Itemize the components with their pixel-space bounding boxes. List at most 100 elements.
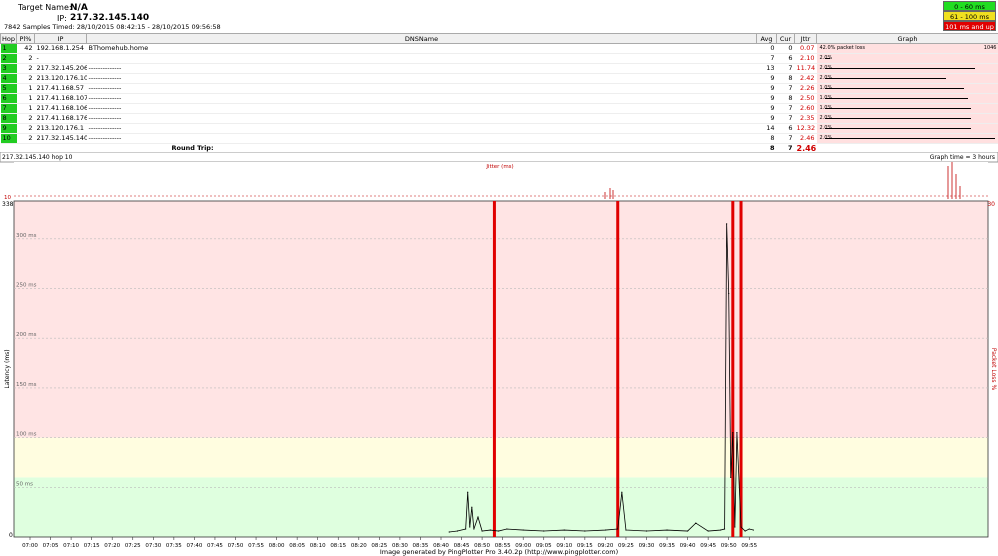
- latency-point: [469, 526, 471, 528]
- packet-loss-cell: 2: [16, 113, 35, 124]
- latency-point: [752, 529, 754, 531]
- latency-point: [522, 529, 524, 531]
- latency-point: [456, 530, 459, 532]
- dns-cell: --------------: [86, 73, 757, 84]
- ip-cell: 192.168.1.254: [34, 43, 87, 54]
- packet-loss-cell: 1: [16, 93, 35, 104]
- target-name-label: Target Name:: [18, 3, 72, 12]
- hop-number: 2: [0, 53, 17, 64]
- avg-cell: 7: [756, 53, 777, 64]
- x-tick-label: 09:35: [659, 543, 675, 549]
- hop-graph-cell: 2.0%: [816, 123, 998, 134]
- avg-cell: 14: [756, 123, 777, 134]
- x-tick-label: 08:05: [289, 543, 305, 549]
- ip-value: 217.32.145.140: [70, 13, 150, 23]
- cur-cell: 8: [776, 93, 795, 104]
- footer-credit: Image generated by PingPlotter Pro 3.40.…: [380, 548, 618, 556]
- avg-cell: 9: [756, 83, 777, 94]
- y-tick-label: 150 ms: [16, 382, 37, 388]
- table-row[interactable]: 71217.41.168.106--------------972.601.0%: [0, 103, 998, 114]
- hop-number: 1: [0, 43, 17, 54]
- latency-point: [473, 528, 475, 530]
- hop-graph-cell: 2.0%: [816, 133, 998, 144]
- col-graph[interactable]: Graph: [816, 33, 998, 44]
- hop-graph-bar: [824, 138, 995, 139]
- latency-point: [734, 526, 736, 528]
- table-row[interactable]: 1 42 192.168.1.254 BThomehub.home 0 0 0.07 42.0…: [0, 43, 998, 54]
- latency-point: [471, 506, 473, 508]
- jitter-cell: 2.42: [794, 73, 817, 84]
- col-cur[interactable]: Cur: [776, 33, 795, 44]
- y-tick-label: 100 ms: [16, 432, 37, 438]
- latency-chart: 217.32.145.140 hop 10 Graph time = 3 hour…: [0, 152, 998, 556]
- hop-graph-bar: [824, 88, 964, 89]
- x-tick-label: 09:25: [618, 543, 634, 549]
- col-avg[interactable]: Avg: [756, 33, 777, 44]
- avg-cell: 0: [756, 43, 777, 54]
- jitter-cell: 2.50: [794, 93, 817, 104]
- dns-cell: BThomehub.home: [86, 43, 757, 54]
- table-row[interactable]: 22-762.102.0%: [0, 53, 998, 64]
- cur-cell: 6: [776, 53, 795, 64]
- y2-top-label: 30: [987, 201, 995, 208]
- table-row[interactable]: 51217.41.168.57--------------972.261.0%: [0, 83, 998, 94]
- x-tick-label: 09:50: [721, 543, 737, 549]
- table-row[interactable]: 92213.120.176.1--------------14612.322.0…: [0, 123, 998, 134]
- avg-cell: 9: [756, 73, 777, 84]
- x-tick-label: 07:25: [125, 543, 141, 549]
- latency-point: [617, 528, 619, 530]
- latency-point: [584, 530, 586, 532]
- jitter-cell: 11.74: [794, 63, 817, 74]
- hop-graph-bar: [824, 58, 830, 59]
- col-dnsname[interactable]: DNSName: [86, 33, 757, 44]
- y-axis-label: Latency (ms): [4, 349, 11, 388]
- x-tick-label: 07:10: [63, 543, 79, 549]
- x-tick-label: 07:30: [145, 543, 161, 549]
- dns-cell: --------------: [86, 123, 757, 134]
- y-bottom-label: 0: [9, 532, 13, 539]
- table-row[interactable]: 102217.32.145.140--------------872.462.0…: [0, 133, 998, 144]
- hop-graph-bar: [824, 108, 971, 109]
- table-row[interactable]: 61217.41.168.107--------------982.501.0%: [0, 93, 998, 104]
- x-tick-label: 07:40: [186, 543, 202, 549]
- ip-cell: 213.120.176.1: [34, 123, 87, 134]
- latency-point: [497, 530, 500, 532]
- latency-point: [723, 528, 726, 530]
- table-row[interactable]: 32217.32.145.206--------------13711.742.…: [0, 63, 998, 74]
- x-tick-label: 07:50: [228, 543, 244, 549]
- panel-title: 217.32.145.140 hop 10: [2, 154, 73, 161]
- x-tick-label: 07:45: [207, 543, 223, 549]
- x-tick-label: 08:00: [269, 543, 285, 549]
- col-pl[interactable]: Pl%: [16, 33, 35, 44]
- hop-graph-bar: [824, 68, 975, 69]
- ip-cell: 213.120.176.10: [34, 73, 87, 84]
- hop-number: 4: [0, 73, 17, 84]
- x-tick-label: 07:55: [248, 543, 264, 549]
- x-tick-label: 09:55: [741, 543, 757, 549]
- col-ip[interactable]: IP: [34, 33, 87, 44]
- latency-point: [506, 528, 508, 530]
- packet-loss-marker: [492, 201, 496, 537]
- packet-loss-cell: 2: [16, 123, 35, 134]
- table-row[interactable]: 42213.120.176.10--------------982.422.0%: [0, 73, 998, 84]
- cur-cell: 7: [776, 133, 795, 144]
- cur-cell: 6: [776, 123, 795, 134]
- legend-low: 0 - 60 ms: [943, 1, 996, 11]
- latency-point: [740, 526, 742, 528]
- dns-cell: --------------: [86, 83, 757, 94]
- jitter-cell: 0.07: [794, 43, 817, 54]
- table-row[interactable]: 82217.41.168.176--------------972.352.0%: [0, 113, 998, 124]
- band-2: [14, 201, 988, 438]
- hop-graph-cell: 2.0%: [816, 63, 998, 74]
- x-tick-label: 07:15: [84, 543, 100, 549]
- col-hop[interactable]: Hop: [0, 33, 17, 44]
- latency-point: [726, 223, 728, 225]
- col-jttr[interactable]: Jttr: [794, 33, 817, 44]
- x-tick-label: 09:40: [680, 543, 696, 549]
- packet-loss-cell: 42: [16, 43, 35, 54]
- y2-axis-label: Packet Loss %: [990, 348, 997, 391]
- hop-number: 8: [0, 113, 17, 124]
- dns-cell: [86, 53, 757, 64]
- graph-time-label: Graph time = 3 hours: [930, 154, 995, 161]
- y-tick-label: 50 ms: [16, 481, 33, 487]
